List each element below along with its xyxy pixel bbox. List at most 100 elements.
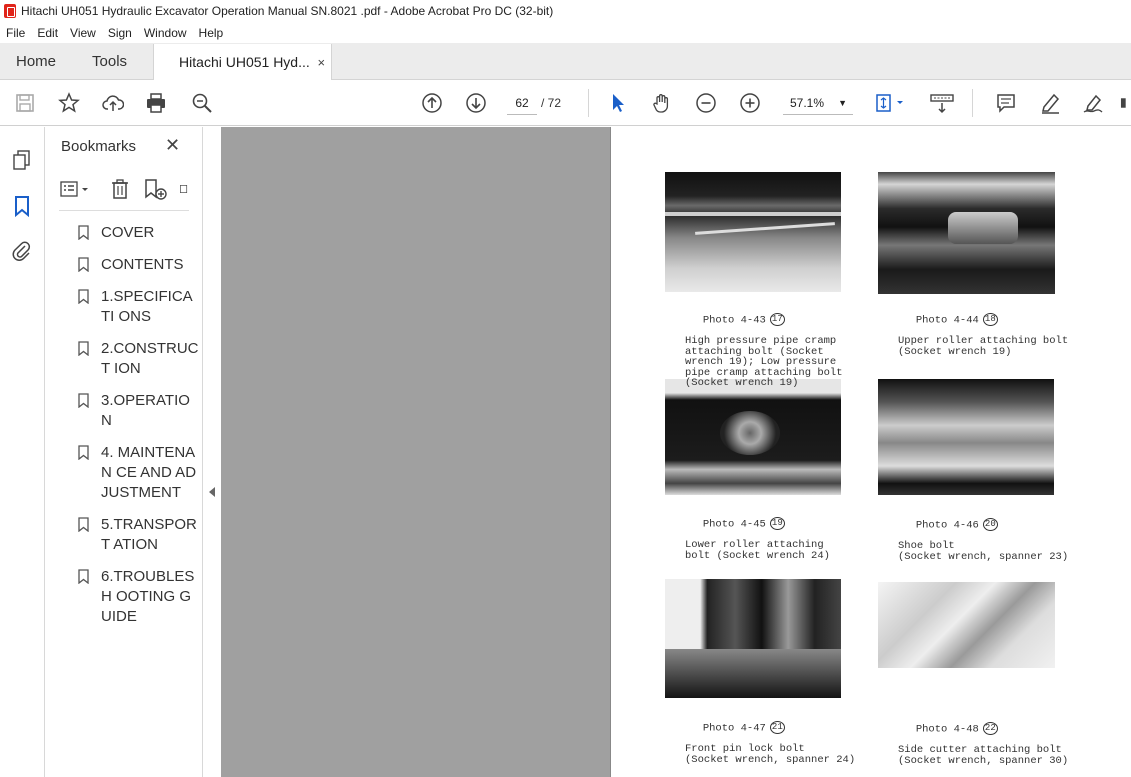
document-tab-label: Hitachi UH051 Hyd... xyxy=(179,54,310,70)
print-icon[interactable] xyxy=(143,90,169,116)
bookmark-list: COVER CONTENTS 1.SPECIFICATI ONS 2.CONSTRUC… xyxy=(45,223,202,639)
photo-4-44-image xyxy=(878,172,1055,294)
photo-4-48-caption: Photo 4-48 22 Side cutter attaching bolt … xyxy=(878,711,1068,777)
close-tab-icon[interactable]: × xyxy=(317,55,325,70)
page-number-input[interactable]: 62 xyxy=(507,91,537,115)
sign-pen-icon[interactable] xyxy=(1080,90,1106,116)
scroll-mode-icon[interactable] xyxy=(927,90,957,116)
collapse-arrow-icon[interactable] xyxy=(209,487,215,497)
bookmarks-toolbar xyxy=(59,175,189,211)
toolbar: 62 / 72 57.1% ▼ xyxy=(0,80,1131,126)
highlight-pen-icon[interactable] xyxy=(1037,90,1063,116)
page-thumbnails-icon[interactable] xyxy=(10,148,34,172)
bookmark-item[interactable]: COVER xyxy=(45,223,202,243)
menu-help[interactable]: Help xyxy=(193,26,230,40)
menu-sign[interactable]: Sign xyxy=(102,26,138,40)
bookmark-icon xyxy=(78,445,89,461)
callout-number: 19 xyxy=(769,516,785,530)
bookmark-icon xyxy=(78,225,89,241)
previous-page-icon[interactable] xyxy=(419,90,445,116)
caption-text: Front pin lock bolt (Socket wrench, span… xyxy=(685,743,856,766)
photo-4-44-caption: Photo 4-44 18 Upper roller attaching bolt… xyxy=(878,302,1068,378)
save-icon[interactable] xyxy=(12,90,38,116)
attachments-paperclip-icon[interactable] xyxy=(10,239,34,263)
delete-bookmark-icon[interactable] xyxy=(109,177,131,201)
panel-collapse-handle[interactable] xyxy=(203,127,221,777)
tab-home[interactable]: Home xyxy=(0,43,72,79)
photo-4-43-image xyxy=(665,172,841,292)
zoom-level-value: 57.1% xyxy=(790,96,825,110)
star-icon[interactable] xyxy=(56,90,82,116)
bookmark-icon xyxy=(78,257,89,273)
menu-bar: File Edit View Sign Window Help xyxy=(0,22,1131,43)
tab-document[interactable]: Hitachi UH051 Hyd... × xyxy=(153,44,333,80)
next-page-icon[interactable] xyxy=(463,90,489,116)
bookmark-icon xyxy=(78,517,89,533)
toolbar-divider xyxy=(588,89,589,117)
menu-view[interactable]: View xyxy=(64,26,102,40)
bookmark-item[interactable]: 3.OPERATION xyxy=(45,391,202,431)
bookmark-item[interactable]: CONTENTS xyxy=(45,255,202,275)
bookmarks-panel-icon[interactable] xyxy=(10,194,34,218)
tab-bar: Home Tools Hitachi UH051 Hyd... × xyxy=(0,43,1131,80)
photo-4-46-image xyxy=(878,379,1054,495)
tab-tools[interactable]: Tools xyxy=(72,43,143,79)
menu-window[interactable]: Window xyxy=(138,26,193,40)
bookmark-label: 6.TROUBLESH OOTING GUIDE xyxy=(101,568,195,625)
photo-4-48-image xyxy=(878,582,1055,668)
caption-text: High pressure pipe cramp attaching bolt … xyxy=(685,335,843,389)
photo-label: Photo 4-47 xyxy=(702,721,766,734)
more-tools-icon[interactable] xyxy=(1118,90,1131,116)
bookmarks-title: Bookmarks xyxy=(61,138,137,155)
photo-4-45-caption: Photo 4-45 19 Lower roller attaching bolt… xyxy=(665,506,830,582)
bookmarks-panel: Bookmarks ✕ COVER CONTENTS 1.SPECIFICATI O… xyxy=(45,127,203,777)
bookmark-item[interactable]: 4. MAINTENAN CE AND ADJUSTMENT xyxy=(45,443,202,503)
new-bookmark-icon[interactable] xyxy=(143,177,169,201)
comment-icon[interactable] xyxy=(993,90,1019,116)
zoom-in-icon[interactable] xyxy=(737,90,763,116)
bookmark-label: 5.TRANSPORT ATION xyxy=(101,516,197,553)
document-viewer[interactable]: Photo 4-43 17 High pressure pipe cramp at… xyxy=(221,127,1131,777)
callout-number: 20 xyxy=(982,517,998,531)
upload-cloud-icon[interactable] xyxy=(100,90,126,116)
bookmark-label: 3.OPERATION xyxy=(101,392,190,429)
bookmark-icon xyxy=(78,569,89,585)
bookmark-item[interactable]: 6.TROUBLESH OOTING GUIDE xyxy=(45,567,202,627)
photo-label: Photo 4-44 xyxy=(915,313,979,326)
callout-number: 18 xyxy=(982,312,998,326)
more-bookmark-tools-icon[interactable] xyxy=(179,177,189,201)
zoom-search-icon[interactable] xyxy=(189,90,215,116)
photo-label: Photo 4-46 xyxy=(915,518,979,531)
bookmark-icon xyxy=(78,393,89,409)
hand-tool-icon[interactable] xyxy=(649,90,675,116)
toolbar-divider xyxy=(972,89,973,117)
menu-edit[interactable]: Edit xyxy=(31,26,64,40)
bookmark-item[interactable]: 5.TRANSPORT ATION xyxy=(45,515,202,555)
bookmark-label: 2.CONSTRUCT ION xyxy=(101,340,199,377)
callout-number: 22 xyxy=(982,721,998,735)
fit-page-icon[interactable] xyxy=(872,90,908,116)
bookmark-label: 1.SPECIFICATI ONS xyxy=(101,288,193,325)
bookmark-item[interactable]: 1.SPECIFICATI ONS xyxy=(45,287,202,327)
photo-4-47-caption: Photo 4-47 21 Front pin lock bolt (Socket… xyxy=(665,710,855,777)
close-panel-icon[interactable]: ✕ xyxy=(165,135,180,156)
caption-text: Upper roller attaching bolt (Socket wren… xyxy=(898,335,1069,358)
acrobat-app-icon xyxy=(4,4,16,18)
bookmark-label: 4. MAINTENAN CE AND ADJUSTMENT xyxy=(101,444,197,501)
caption-text: Lower roller attaching bolt (Socket wren… xyxy=(685,539,830,562)
photo-label: Photo 4-45 xyxy=(702,517,766,530)
bookmark-options-icon[interactable] xyxy=(59,177,89,201)
bookmark-item[interactable]: 2.CONSTRUCT ION xyxy=(45,339,202,379)
caption-text: Side cutter attaching bolt (Socket wrenc… xyxy=(898,744,1069,767)
pdf-page: Photo 4-43 17 High pressure pipe cramp at… xyxy=(610,127,1131,777)
zoom-level-select[interactable]: 57.1% ▼ xyxy=(783,91,853,115)
callout-number: 21 xyxy=(769,720,785,734)
zoom-out-icon[interactable] xyxy=(693,90,719,116)
chevron-down-icon: ▼ xyxy=(838,98,847,108)
menu-file[interactable]: File xyxy=(0,26,31,40)
photo-label: Photo 4-43 xyxy=(702,313,766,326)
photo-4-47-image xyxy=(665,579,841,698)
page-total: / 72 xyxy=(541,96,562,110)
callout-number: 17 xyxy=(769,312,785,326)
select-cursor-icon[interactable] xyxy=(605,90,631,116)
